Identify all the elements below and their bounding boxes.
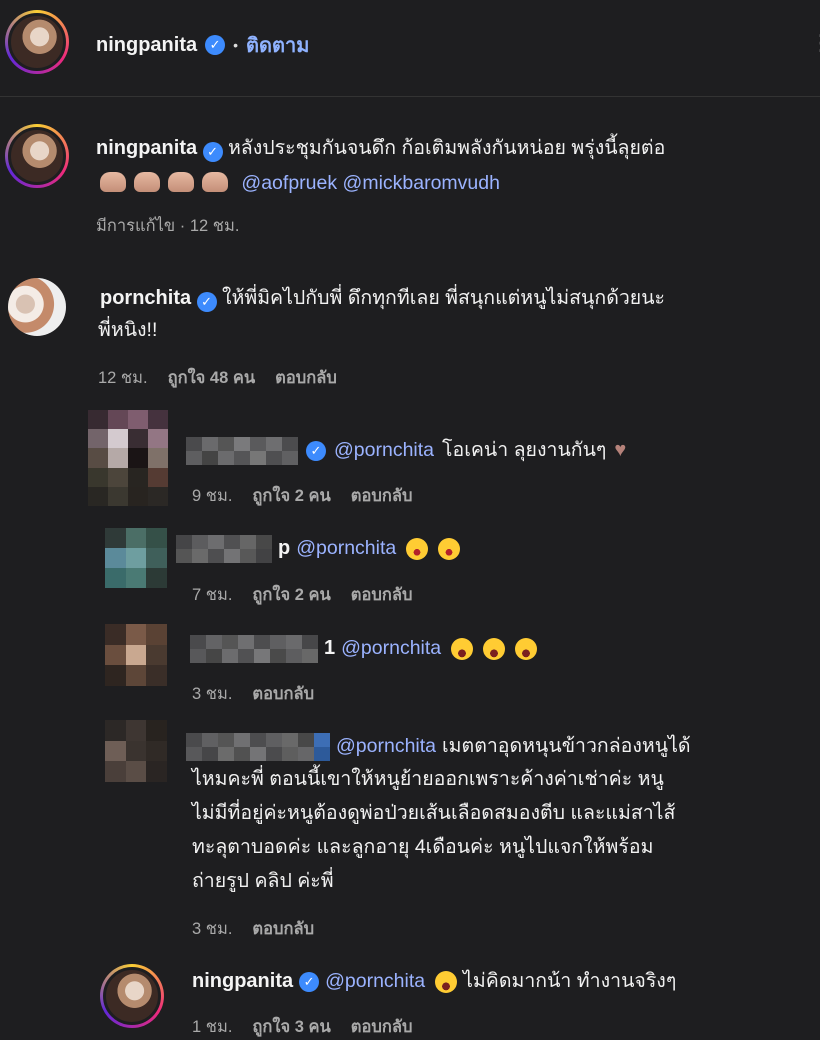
reply-text: ทะลุตาบอดค่ะ และลูกอายุ 4เดือนค่ะ หนูไปแ… xyxy=(192,836,654,858)
mention-link[interactable]: @pornchita xyxy=(336,730,436,763)
reply-time: 3 ชม. xyxy=(192,920,233,938)
comment-username[interactable]: pornchita xyxy=(100,287,191,309)
caption-username[interactable]: ningpanita xyxy=(96,137,197,159)
comment-line2: พี่หนิง!! xyxy=(98,319,158,341)
reply-text: โอเคน่า ลุยงานกันๆ xyxy=(442,439,607,461)
owner-reply-avatar[interactable] xyxy=(100,964,164,1028)
caption-avatar[interactable] xyxy=(5,124,69,188)
reply-time: 1 ชม. xyxy=(192,1018,233,1036)
caption-line2: @aofpruek @mickbaromvudh xyxy=(100,167,500,200)
follow-button[interactable]: ติดตาม xyxy=(246,29,309,61)
verified-badge-icon: ✓ xyxy=(299,971,320,992)
comment-line1: pornchita ✓ ให้พี่มิคไปกับพี่ ดึกทุกทีเล… xyxy=(100,282,665,315)
blurred-username xyxy=(186,436,298,465)
hands-emoji-icon xyxy=(100,172,126,192)
grinning-sweat-emoji-icon xyxy=(435,970,458,993)
caption-line1: ningpanita ✓ หลังประชุมกันจนดึก ก้อเติมพ… xyxy=(96,132,665,165)
header-avatar[interactable] xyxy=(5,10,69,74)
reply-button[interactable]: ตอบกลับ xyxy=(351,1014,413,1040)
caption-meta: มีการแก้ไข · 12 ชม. xyxy=(96,217,240,235)
reply-time: 3 ชม. xyxy=(192,685,233,703)
astonished-emoji-icon xyxy=(406,537,429,560)
mention-link[interactable]: @mickbaromvudh xyxy=(343,172,500,194)
reply-meta: 7 ชม. ถูกใจ 2 คน ตอบกลับ xyxy=(192,582,412,608)
verified-badge-icon: ✓ xyxy=(306,440,326,461)
reply-meta: 3 ชม. ตอบกลับ xyxy=(192,681,314,707)
verified-badge-icon: ✓ xyxy=(205,35,226,55)
more-options-icon[interactable]: ⋮ xyxy=(810,30,820,56)
reply-line1: @pornchita เมตตาอุดหนุนข้าวกล่องหนูได้ xyxy=(186,730,691,763)
reply-button[interactable]: ตอบกลับ xyxy=(252,681,314,707)
commenter-avatar[interactable] xyxy=(8,278,66,336)
hands-emoji-icon xyxy=(202,172,228,192)
mention-link[interactable]: @pornchita xyxy=(341,632,441,665)
reply-meta: 3 ชม. ตอบกลับ xyxy=(192,916,314,942)
reply-meta: 9 ชม. ถูกใจ 2 คน ตอบกลับ xyxy=(192,483,412,509)
reply-username[interactable]: ningpanita xyxy=(192,965,293,998)
reply-meta: 1 ชม. ถูกใจ 3 คน ตอบกลับ xyxy=(192,1014,412,1040)
reply-line1: 1 @pornchita xyxy=(190,632,538,665)
mention-link[interactable]: @pornchita xyxy=(296,532,396,565)
astonished-emoji-icon xyxy=(438,537,461,560)
like-count[interactable]: ถูกใจ 3 คน xyxy=(252,1014,330,1040)
blurred-username xyxy=(186,732,330,761)
username-suffix: 1 xyxy=(324,637,336,659)
reply-text: ไม่มีที่อยู่ค่ะหนูต้องดูพ่อป่วยเส้นเลือด… xyxy=(192,802,676,824)
hands-emoji-icon xyxy=(168,172,194,192)
blurred-avatar xyxy=(88,410,168,506)
reply-line1: p @pornchita xyxy=(176,532,461,565)
brown-heart-icon: ♥ xyxy=(614,439,627,461)
mention-link[interactable]: @pornchita xyxy=(325,965,425,998)
reply-button[interactable]: ตอบกลับ xyxy=(351,582,413,608)
grinning-sweat-emoji-icon xyxy=(451,637,474,660)
avatar-image xyxy=(103,967,161,1025)
reply-text: ถ่ายรูป คลิป ค่ะพี่ xyxy=(192,870,334,892)
header-divider xyxy=(0,96,820,97)
reply-button[interactable]: ตอบกลับ xyxy=(275,365,337,391)
blurred-avatar xyxy=(105,720,167,782)
reply-button[interactable]: ตอบกลับ xyxy=(252,916,314,942)
reply-text: ไม่คิดมากน้า ทำงานจริงๆ xyxy=(463,970,677,992)
verified-badge-icon: ✓ xyxy=(202,142,223,162)
username-suffix: p xyxy=(278,537,291,559)
blurred-username xyxy=(190,634,318,663)
separator-dot: • xyxy=(233,37,239,53)
comment-time: 12 ชม. xyxy=(98,369,148,387)
caption-text: หลังประชุมกันจนดึก ก้อเติมพลังกันหน่อย พ… xyxy=(227,137,666,159)
blurred-avatar xyxy=(105,528,167,588)
grinning-sweat-emoji-icon xyxy=(515,637,538,660)
reply-line1: ✓ @pornchita โอเคน่า ลุยงานกันๆ ♥ xyxy=(186,434,626,467)
reply-text: ไหมคะพี่ ตอนนี้เขาให้หนูย้ายออกเพราะค้าง… xyxy=(192,768,664,790)
blurred-username xyxy=(176,534,272,563)
reply-time: 7 ชม. xyxy=(192,586,233,604)
mention-link[interactable]: @pornchita xyxy=(334,434,434,467)
like-count[interactable]: ถูกใจ 2 คน xyxy=(252,483,330,509)
header-bar: ningpanita ✓ • ติดตาม xyxy=(96,30,309,60)
reply-time: 9 ชม. xyxy=(192,487,233,505)
mention-link[interactable]: @aofpruek xyxy=(241,172,337,194)
avatar-image xyxy=(8,127,66,185)
hands-emoji-icon xyxy=(134,172,160,192)
like-count[interactable]: ถูกใจ 48 คน xyxy=(168,365,256,391)
reply-line1: ningpanita ✓ @pornchita ไม่คิดมากน้า ทำง… xyxy=(192,965,676,998)
header-username[interactable]: ningpanita xyxy=(96,34,197,57)
like-count[interactable]: ถูกใจ 2 คน xyxy=(252,582,330,608)
reply-button[interactable]: ตอบกลับ xyxy=(351,483,413,509)
blurred-avatar xyxy=(105,624,167,686)
verified-badge-icon: ✓ xyxy=(196,292,217,312)
reply-text: เมตตาอุดหนุนข้าวกล่องหนูได้ xyxy=(442,735,691,757)
grinning-sweat-emoji-icon xyxy=(483,637,506,660)
comment-text: ให้พี่มิคไปกับพี่ ดึกทุกทีเลย พี่สนุกแต่… xyxy=(221,287,666,309)
avatar-image xyxy=(8,13,66,71)
comment-meta: 12 ชม. ถูกใจ 48 คน ตอบกลับ xyxy=(98,365,337,391)
